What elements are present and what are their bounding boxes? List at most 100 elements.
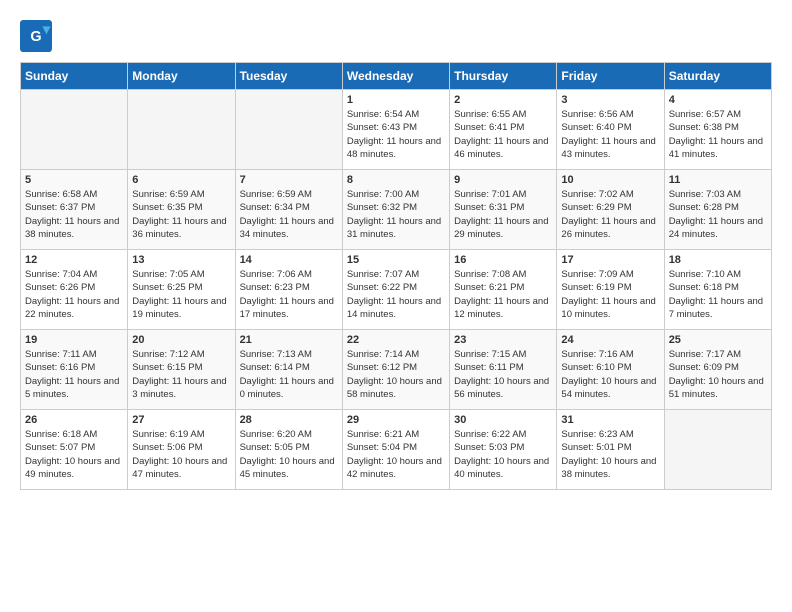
sunrise-text: Sunrise: 6:59 AM (132, 188, 230, 201)
calendar-table: SundayMondayTuesdayWednesdayThursdayFrid… (20, 62, 772, 490)
calendar-cell: 20 Sunrise: 7:12 AM Sunset: 6:15 PM Dayl… (128, 330, 235, 410)
day-number: 21 (240, 334, 338, 346)
sunset-text: Sunset: 6:31 PM (454, 201, 552, 214)
daylight-text: Daylight: 11 hours and 7 minutes. (669, 295, 767, 322)
calendar-cell: 30 Sunrise: 6:22 AM Sunset: 5:03 PM Dayl… (450, 410, 557, 490)
cell-info: Sunrise: 7:15 AM Sunset: 6:11 PM Dayligh… (454, 348, 552, 401)
cell-info: Sunrise: 6:23 AM Sunset: 5:01 PM Dayligh… (561, 428, 659, 481)
calendar-cell (664, 410, 771, 490)
sunrise-text: Sunrise: 6:57 AM (669, 108, 767, 121)
cell-info: Sunrise: 6:59 AM Sunset: 6:35 PM Dayligh… (132, 188, 230, 241)
sunset-text: Sunset: 6:11 PM (454, 361, 552, 374)
daylight-text: Daylight: 10 hours and 49 minutes. (25, 455, 123, 482)
day-number: 29 (347, 414, 445, 426)
sunset-text: Sunset: 6:18 PM (669, 281, 767, 294)
calendar-cell: 27 Sunrise: 6:19 AM Sunset: 5:06 PM Dayl… (128, 410, 235, 490)
cell-info: Sunrise: 6:21 AM Sunset: 5:04 PM Dayligh… (347, 428, 445, 481)
sunset-text: Sunset: 6:40 PM (561, 121, 659, 134)
sunrise-text: Sunrise: 7:02 AM (561, 188, 659, 201)
day-header-tuesday: Tuesday (235, 63, 342, 90)
daylight-text: Daylight: 11 hours and 24 minutes. (669, 215, 767, 242)
sunrise-text: Sunrise: 7:12 AM (132, 348, 230, 361)
cell-info: Sunrise: 6:19 AM Sunset: 5:06 PM Dayligh… (132, 428, 230, 481)
calendar-week-1: 1 Sunrise: 6:54 AM Sunset: 6:43 PM Dayli… (21, 90, 772, 170)
daylight-text: Daylight: 11 hours and 48 minutes. (347, 135, 445, 162)
cell-info: Sunrise: 6:20 AM Sunset: 5:05 PM Dayligh… (240, 428, 338, 481)
day-number: 15 (347, 254, 445, 266)
calendar-cell: 12 Sunrise: 7:04 AM Sunset: 6:26 PM Dayl… (21, 250, 128, 330)
sunset-text: Sunset: 6:29 PM (561, 201, 659, 214)
sunset-text: Sunset: 6:10 PM (561, 361, 659, 374)
calendar-cell: 5 Sunrise: 6:58 AM Sunset: 6:37 PM Dayli… (21, 170, 128, 250)
calendar-cell: 11 Sunrise: 7:03 AM Sunset: 6:28 PM Dayl… (664, 170, 771, 250)
daylight-text: Daylight: 11 hours and 3 minutes. (132, 375, 230, 402)
sunset-text: Sunset: 6:22 PM (347, 281, 445, 294)
sunset-text: Sunset: 6:16 PM (25, 361, 123, 374)
day-number: 5 (25, 174, 123, 186)
cell-info: Sunrise: 7:05 AM Sunset: 6:25 PM Dayligh… (132, 268, 230, 321)
daylight-text: Daylight: 11 hours and 38 minutes. (25, 215, 123, 242)
calendar-cell (21, 90, 128, 170)
sunrise-text: Sunrise: 6:19 AM (132, 428, 230, 441)
daylight-text: Daylight: 11 hours and 43 minutes. (561, 135, 659, 162)
day-number: 23 (454, 334, 552, 346)
cell-info: Sunrise: 7:10 AM Sunset: 6:18 PM Dayligh… (669, 268, 767, 321)
cell-info: Sunrise: 7:04 AM Sunset: 6:26 PM Dayligh… (25, 268, 123, 321)
sunset-text: Sunset: 6:34 PM (240, 201, 338, 214)
cell-info: Sunrise: 6:57 AM Sunset: 6:38 PM Dayligh… (669, 108, 767, 161)
sunset-text: Sunset: 6:43 PM (347, 121, 445, 134)
day-number: 24 (561, 334, 659, 346)
calendar-cell (128, 90, 235, 170)
cell-info: Sunrise: 7:12 AM Sunset: 6:15 PM Dayligh… (132, 348, 230, 401)
day-number: 25 (669, 334, 767, 346)
calendar-cell: 28 Sunrise: 6:20 AM Sunset: 5:05 PM Dayl… (235, 410, 342, 490)
cell-info: Sunrise: 7:17 AM Sunset: 6:09 PM Dayligh… (669, 348, 767, 401)
cell-info: Sunrise: 6:55 AM Sunset: 6:41 PM Dayligh… (454, 108, 552, 161)
sunrise-text: Sunrise: 7:17 AM (669, 348, 767, 361)
calendar-cell: 18 Sunrise: 7:10 AM Sunset: 6:18 PM Dayl… (664, 250, 771, 330)
day-number: 13 (132, 254, 230, 266)
cell-info: Sunrise: 6:56 AM Sunset: 6:40 PM Dayligh… (561, 108, 659, 161)
sunrise-text: Sunrise: 7:04 AM (25, 268, 123, 281)
day-header-wednesday: Wednesday (342, 63, 449, 90)
cell-info: Sunrise: 7:14 AM Sunset: 6:12 PM Dayligh… (347, 348, 445, 401)
day-number: 14 (240, 254, 338, 266)
sunset-text: Sunset: 6:09 PM (669, 361, 767, 374)
day-header-saturday: Saturday (664, 63, 771, 90)
daylight-text: Daylight: 11 hours and 36 minutes. (132, 215, 230, 242)
sunset-text: Sunset: 6:28 PM (669, 201, 767, 214)
sunrise-text: Sunrise: 6:18 AM (25, 428, 123, 441)
daylight-text: Daylight: 10 hours and 47 minutes. (132, 455, 230, 482)
sunset-text: Sunset: 6:21 PM (454, 281, 552, 294)
day-number: 1 (347, 94, 445, 106)
calendar-cell: 13 Sunrise: 7:05 AM Sunset: 6:25 PM Dayl… (128, 250, 235, 330)
day-number: 9 (454, 174, 552, 186)
sunset-text: Sunset: 6:23 PM (240, 281, 338, 294)
day-number: 27 (132, 414, 230, 426)
sunrise-text: Sunrise: 6:20 AM (240, 428, 338, 441)
calendar-cell: 3 Sunrise: 6:56 AM Sunset: 6:40 PM Dayli… (557, 90, 664, 170)
daylight-text: Daylight: 10 hours and 45 minutes. (240, 455, 338, 482)
sunset-text: Sunset: 5:03 PM (454, 441, 552, 454)
sunset-text: Sunset: 5:06 PM (132, 441, 230, 454)
sunrise-text: Sunrise: 6:55 AM (454, 108, 552, 121)
sunset-text: Sunset: 5:05 PM (240, 441, 338, 454)
day-number: 2 (454, 94, 552, 106)
day-number: 8 (347, 174, 445, 186)
daylight-text: Daylight: 11 hours and 29 minutes. (454, 215, 552, 242)
day-number: 6 (132, 174, 230, 186)
sunrise-text: Sunrise: 6:59 AM (240, 188, 338, 201)
day-number: 18 (669, 254, 767, 266)
calendar-cell: 15 Sunrise: 7:07 AM Sunset: 6:22 PM Dayl… (342, 250, 449, 330)
sunrise-text: Sunrise: 7:13 AM (240, 348, 338, 361)
sunset-text: Sunset: 6:15 PM (132, 361, 230, 374)
calendar-cell: 19 Sunrise: 7:11 AM Sunset: 6:16 PM Dayl… (21, 330, 128, 410)
calendar-week-5: 26 Sunrise: 6:18 AM Sunset: 5:07 PM Dayl… (21, 410, 772, 490)
sunrise-text: Sunrise: 7:16 AM (561, 348, 659, 361)
calendar-cell (235, 90, 342, 170)
day-header-friday: Friday (557, 63, 664, 90)
cell-info: Sunrise: 7:02 AM Sunset: 6:29 PM Dayligh… (561, 188, 659, 241)
calendar-cell: 9 Sunrise: 7:01 AM Sunset: 6:31 PM Dayli… (450, 170, 557, 250)
day-number: 7 (240, 174, 338, 186)
daylight-text: Daylight: 11 hours and 12 minutes. (454, 295, 552, 322)
